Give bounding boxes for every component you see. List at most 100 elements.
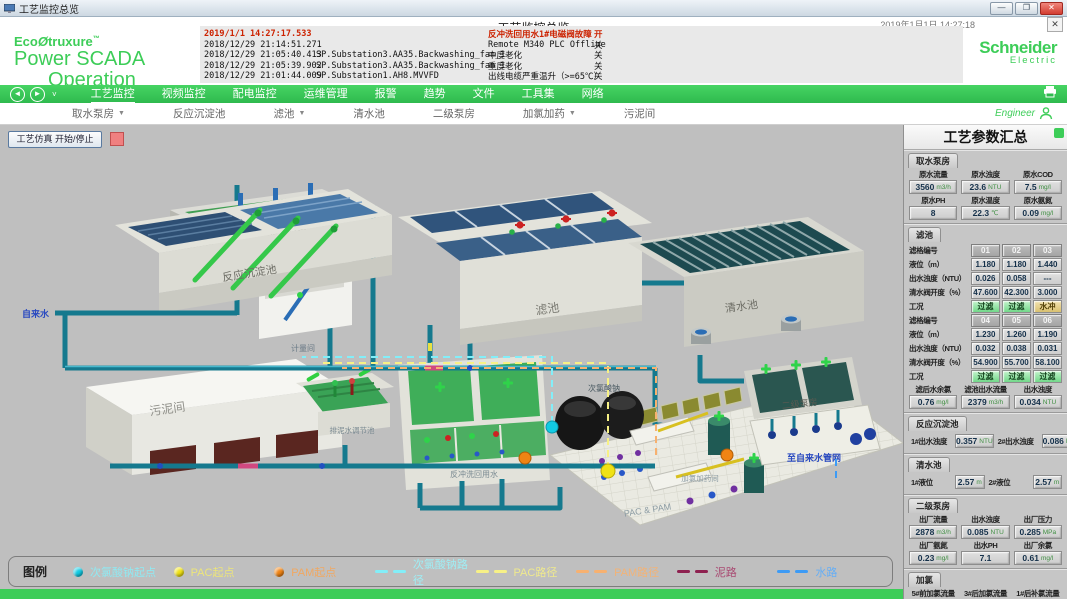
alarm-row[interactable]: 2018/12/29 21:01:44.009SP.Substation1.AH… <box>204 70 959 81</box>
subnav-item-取水泵房[interactable]: 取水泵房▼ <box>72 106 125 121</box>
value-cell: 58.100 <box>1033 356 1062 369</box>
panel-section-二级泵房: 二级泵房出厂流量2878m3/h出水浊度0.085NTU出厂压力0.285MPa… <box>904 494 1067 568</box>
value-cell: 42.300 <box>1002 286 1031 299</box>
param-label: 出水浊度 <box>1014 384 1062 395</box>
param-出厂余氯: 出厂余氯0.61mg/l <box>1014 540 1062 565</box>
facility-pump2[interactable]: 二级泵房 至自来水管网 <box>744 357 880 465</box>
value-grid: 原水流量3560m3/h原水浊度23.6NTU原水COD7.5mg/l原水PH8… <box>906 169 1065 220</box>
legend-dash-icon <box>677 570 708 573</box>
value-unit: m3/h <box>989 399 1003 406</box>
legend-item-PAC路径: PAC路径 <box>476 556 577 588</box>
nav-item-报警[interactable]: 报警 <box>375 85 397 104</box>
alarm-row[interactable]: 2018/12/29 21:05:40.413SP.Substation3.AA… <box>204 49 959 60</box>
section-tab-反应沉淀池[interactable]: 反应沉淀池 <box>908 416 967 431</box>
subnav-item-清水池[interactable]: 清水池 <box>353 106 385 121</box>
value-box: 0.085NTU <box>961 525 1009 539</box>
param-5#前加氯流量: 5#前加氯流量0.38Kg/h <box>909 588 957 599</box>
param-滤池出水流量: 滤池出水流量2379m3/h <box>961 384 1009 409</box>
user-icon <box>1039 106 1053 120</box>
subnav-item-加氯加药[interactable]: 加氯加药▼ <box>523 106 576 121</box>
filter-table-row: 滤格编号010203 <box>909 244 1062 257</box>
filter-table-row: 液位（m）1.1801.1801.440 <box>909 258 1062 271</box>
close-button[interactable]: ✕ <box>1040 2 1063 15</box>
label-hypochlorite: 次氯酸钠 <box>588 383 620 393</box>
legend-item-泥路: 泥路 <box>677 556 778 588</box>
value-text: 0.034 <box>1020 397 1041 407</box>
panel-icon <box>1054 128 1064 138</box>
section-tab-滤池[interactable]: 滤池 <box>908 227 941 242</box>
param-label: 3#后加氯流量 <box>961 588 1009 599</box>
header-close-icon[interactable]: ✕ <box>1047 17 1063 32</box>
row-label: 清水阀开度（%） <box>909 287 969 298</box>
value-box: 0.76mg/l <box>909 395 957 409</box>
param-出厂氨氮: 出厂氨氮0.23mg/l <box>909 540 957 565</box>
history-chevron-icon[interactable]: ˅ <box>52 90 57 99</box>
forward-button[interactable]: ► <box>30 87 45 102</box>
subnav-item-label: 取水泵房 <box>72 106 114 121</box>
alarm-row[interactable]: 2018/12/29 21:05:39.902SP.Substation3.AA… <box>204 60 959 71</box>
param-label: 原水浊度 <box>961 169 1009 180</box>
panel-title: 工艺参数汇总 <box>904 125 1067 150</box>
value-box: 23.6NTU <box>961 180 1009 194</box>
value-grid: 出厂流量2878m3/h出水浊度0.085NTU出厂压力0.285MPa出厂氨氮… <box>906 514 1065 565</box>
param-原水COD: 原水COD7.5mg/l <box>1014 169 1062 194</box>
nav-item-趋势[interactable]: 趋势 <box>424 85 446 104</box>
section-tab-二级泵房[interactable]: 二级泵房 <box>908 498 958 513</box>
legend-label: 次氯酸钠路径 <box>413 556 476 588</box>
param-原水温度: 原水温度22.3℃ <box>961 195 1009 220</box>
value-cell: 1.260 <box>1002 328 1031 341</box>
value-box: 0.357NTU <box>955 434 994 448</box>
nav-item-视频监控[interactable]: 视频监控 <box>162 85 206 104</box>
value-grid: 5#前加氯流量0.38Kg/h3#后加氯流量3.34Kg/h1#后补氯流量0.8… <box>906 588 1065 599</box>
back-button[interactable]: ◄ <box>10 87 25 102</box>
nav-item-配电监控[interactable]: 配电监控 <box>233 85 277 104</box>
nav-item-工艺监控[interactable]: 工艺监控 <box>91 85 135 104</box>
subnav-item-二级泵房[interactable]: 二级泵房 <box>433 106 475 121</box>
subnav-item-污泥间[interactable]: 污泥间 <box>624 106 656 121</box>
value-cell: 1.180 <box>971 258 1000 271</box>
simulation-toggle-button[interactable]: 工艺仿真 开始/停止 <box>8 131 102 148</box>
value-unit: mg/l <box>936 555 948 562</box>
value-unit: m3/h <box>936 184 950 191</box>
nav-item-工具集[interactable]: 工具集 <box>522 85 555 104</box>
nav-item-文件[interactable]: 文件 <box>473 85 495 104</box>
value-unit: NTU <box>979 438 992 445</box>
param-label: 出厂压力 <box>1014 514 1062 525</box>
minimize-button[interactable]: — <box>990 2 1013 15</box>
alarm-row[interactable]: 2019/1/1 14:27:17.533反冲洗回用水1#电磁阀故障开 <box>204 28 959 39</box>
legend-item-次氯酸钠路径: 次氯酸钠路径 <box>375 556 476 588</box>
section-tab-加氯[interactable]: 加氯 <box>908 572 941 587</box>
subnav-item-label: 清水池 <box>353 106 385 121</box>
subnav-item-滤池[interactable]: 滤池▼ <box>273 106 305 121</box>
maximize-button[interactable]: ❐ <box>1015 2 1038 15</box>
row-label: 出水浊度（NTU） <box>909 273 969 284</box>
value-unit: mg/l <box>936 399 948 406</box>
value-box: 2.57m <box>955 475 985 489</box>
alarm-time: 2018/12/29 21:01:44.009 <box>204 71 316 81</box>
facility-sludge[interactable]: 污泥间 <box>86 359 342 475</box>
alarm-source: SP.Substation3.AA35.Backwashing_fan_1 <box>316 50 488 60</box>
section-tab-取水泵房[interactable]: 取水泵房 <box>908 153 958 168</box>
legend-label: 次氯酸钠起点 <box>90 564 156 580</box>
legend-dot-icon <box>274 567 284 577</box>
legend-item-次氯酸钠起点: 次氯酸钠起点 <box>73 556 174 588</box>
facility-filter[interactable]: 滤池 <box>398 191 652 345</box>
value-box: 0.086NTU <box>1042 434 1067 448</box>
section-tab-清水池[interactable]: 清水池 <box>908 457 950 472</box>
user-badge[interactable]: Engineer <box>995 106 1053 120</box>
print-button[interactable] <box>1043 85 1057 103</box>
nav-item-网络[interactable]: 网络 <box>582 85 604 104</box>
alarm-row[interactable]: 2018/12/29 21:14:51.271Remote M340 PLC O… <box>204 39 959 50</box>
alarm-message: Remote M340 PLC Offline <box>488 40 594 50</box>
legend-label: 水路 <box>815 564 837 580</box>
value-box: 0.23mg/l <box>909 551 957 565</box>
value-text: 0.23 <box>918 553 935 563</box>
alarm-source: SP.Substation1.AH8.MVVFD <box>316 71 488 81</box>
value-cell: 3.000 <box>1033 286 1062 299</box>
value-box: 2878m3/h <box>909 525 957 539</box>
filter-table-row: 工况过滤过滤过滤 <box>909 370 1062 383</box>
nav-item-运维管理[interactable]: 运维管理 <box>304 85 348 104</box>
param-label: 5#前加氯流量 <box>909 588 957 599</box>
facility-backwash[interactable]: 反冲洗回用水 <box>398 355 550 490</box>
subnav-item-反应沉淀池[interactable]: 反应沉淀池 <box>173 106 226 121</box>
